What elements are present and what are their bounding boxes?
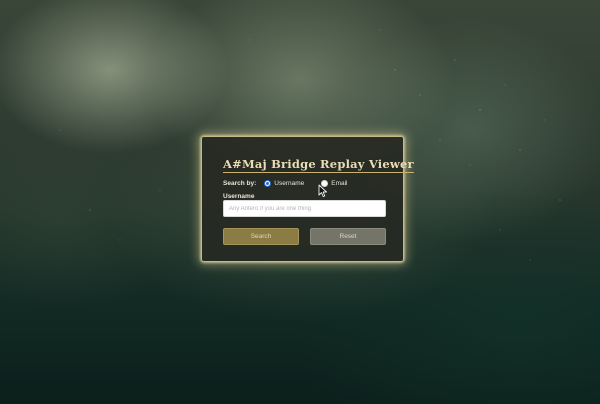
search-by-label: Search by: <box>223 179 257 187</box>
reset-button[interactable]: Reset <box>310 228 386 245</box>
page-title: A#Maj Bridge Replay Viewer <box>223 157 414 173</box>
replay-search-panel: A#Maj Bridge Replay Viewer Search by: Us… <box>201 136 414 262</box>
radio-email-label[interactable]: Email <box>331 180 347 187</box>
mouse-pointer-icon <box>318 184 327 198</box>
username-field-label: Username <box>223 193 255 200</box>
username-input[interactable] <box>223 200 386 217</box>
search-button[interactable]: Search <box>223 228 299 245</box>
radio-username-label[interactable]: Username <box>274 180 304 187</box>
radio-username[interactable]: Username <box>264 179 304 187</box>
radio-username-dot[interactable] <box>264 179 272 187</box>
search-by-row: Search by: Username Email <box>223 178 365 188</box>
